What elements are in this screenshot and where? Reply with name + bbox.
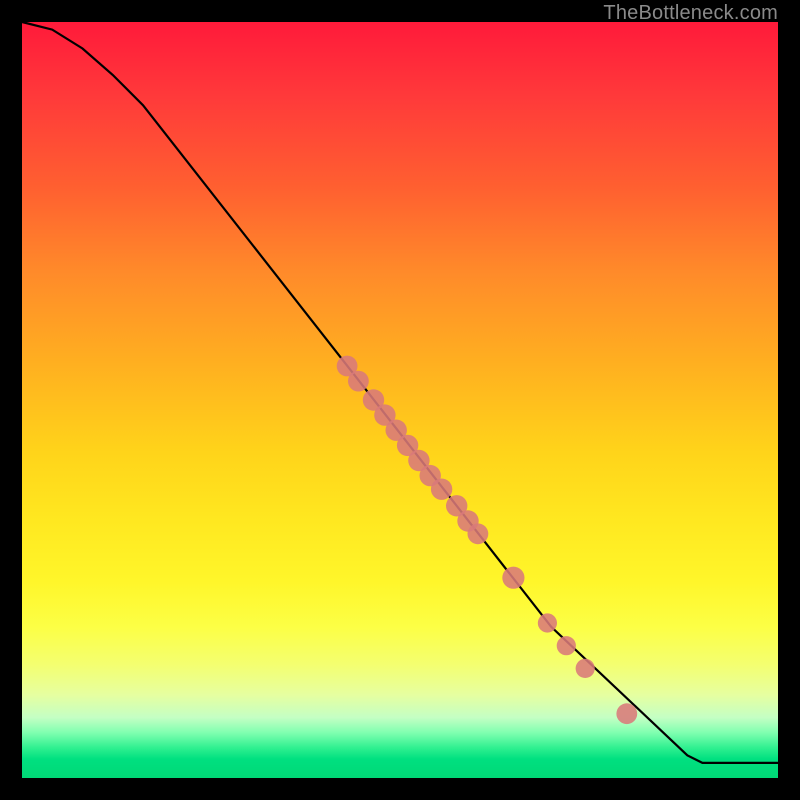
- outer-frame: TheBottleneck.com: [0, 0, 800, 800]
- data-marker: [616, 703, 637, 724]
- watermark-text: TheBottleneck.com: [603, 2, 778, 25]
- data-markers: [337, 356, 637, 724]
- data-marker: [502, 567, 524, 589]
- data-marker: [348, 371, 369, 392]
- data-marker: [557, 636, 576, 655]
- data-marker: [468, 523, 489, 544]
- data-marker: [538, 613, 557, 632]
- bottleneck-curve: [22, 22, 778, 763]
- data-marker: [431, 479, 452, 500]
- data-marker: [576, 659, 595, 678]
- curve-layer: [22, 22, 778, 778]
- gradient-plot-area: [22, 22, 778, 778]
